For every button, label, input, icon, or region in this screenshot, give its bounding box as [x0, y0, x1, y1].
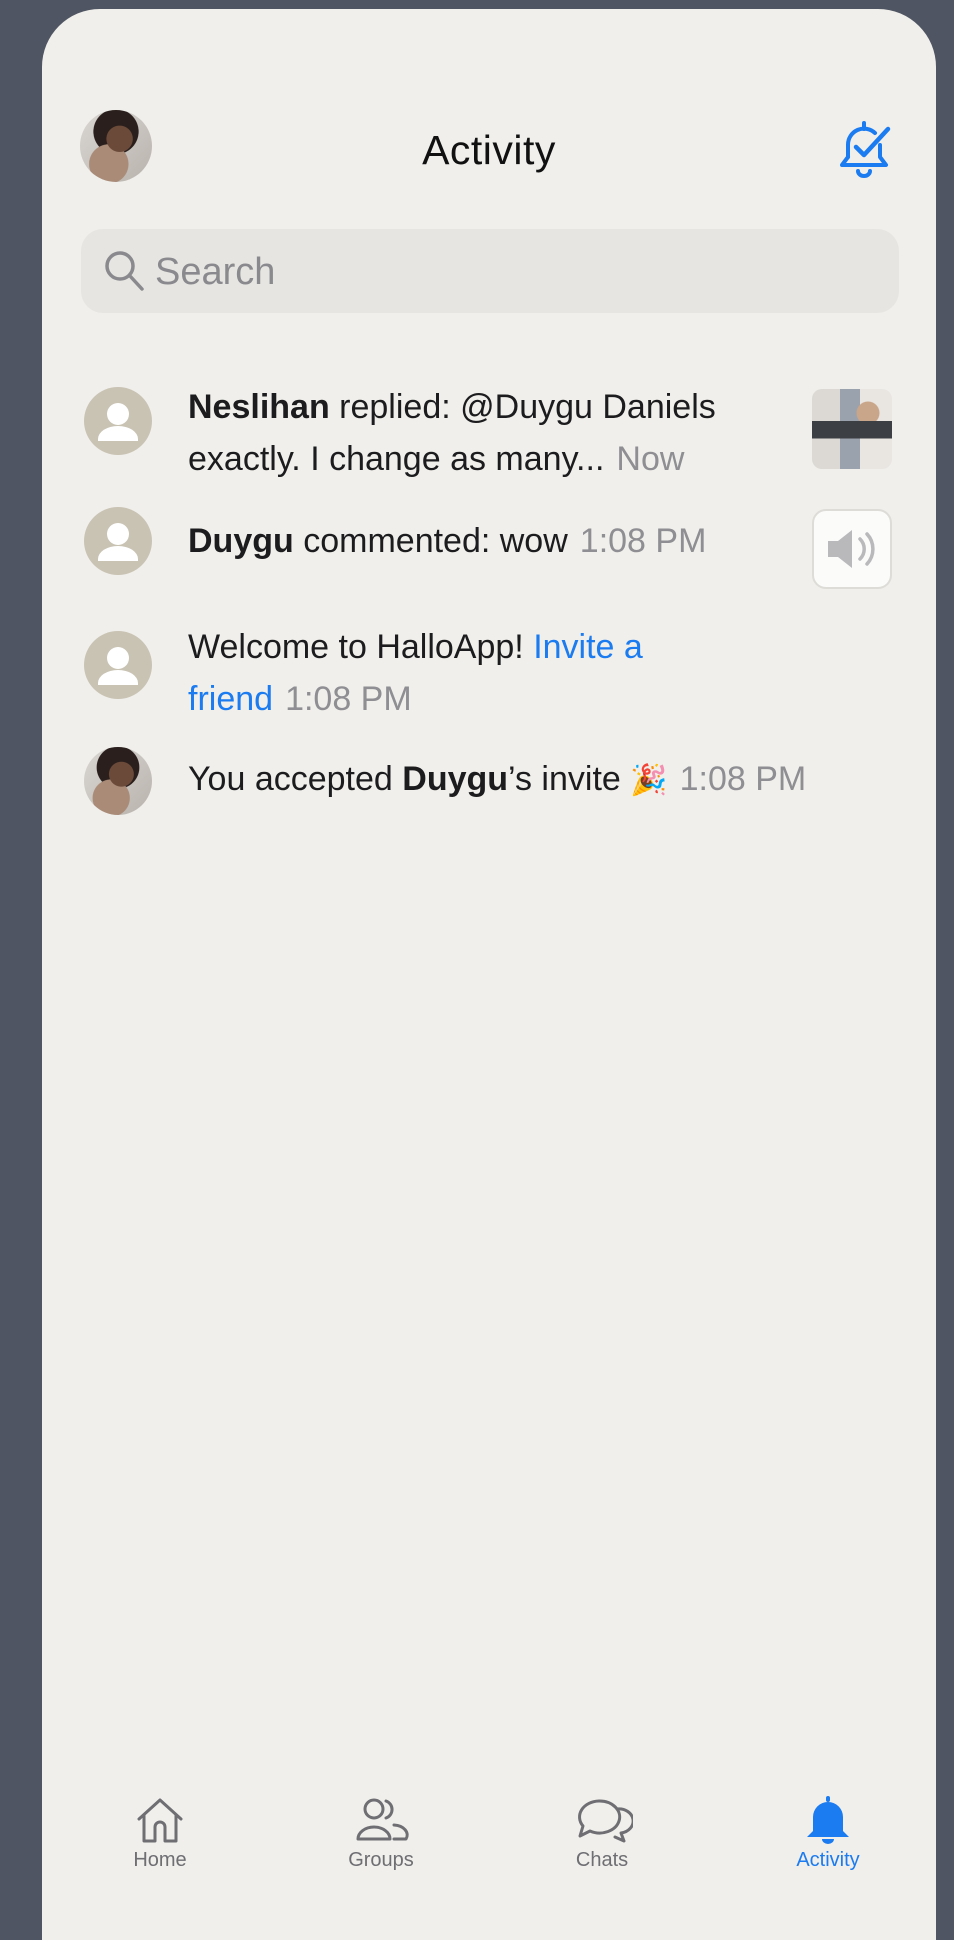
activity-text: Duygu commented: wow 1:08 PM	[188, 515, 808, 567]
welcome-text: Welcome to HalloApp!	[188, 628, 534, 666]
activity-time: Now	[616, 440, 685, 478]
audio-thumbnail[interactable]	[812, 509, 892, 589]
page-title: Activity	[422, 127, 556, 173]
tab-label: Home	[133, 1849, 187, 1871]
activity-prefix: You accepted	[188, 760, 403, 798]
bell-check-icon[interactable]	[834, 117, 894, 183]
bell-icon	[807, 1796, 849, 1844]
tab-home[interactable]: Home	[100, 1795, 220, 1872]
generic-avatar-icon	[84, 387, 152, 455]
actor-name: Neslihan	[188, 388, 330, 426]
home-icon	[137, 1798, 183, 1843]
tab-activity[interactable]: Activity	[768, 1795, 888, 1872]
tab-label: Activity	[796, 1849, 860, 1871]
activity-text: You accepted Duygu’s invite 🎉 1:08 PM	[188, 753, 888, 807]
actor-name: Duygu	[188, 522, 294, 560]
activity-time: 1:08 PM	[679, 760, 807, 798]
search-icon	[105, 251, 144, 291]
groups-icon	[356, 1798, 409, 1841]
tab-bar: Home Groups Chats Activity	[42, 1789, 936, 1929]
search-bar[interactable]	[81, 229, 899, 315]
activity-time: 1:08 PM	[285, 680, 412, 718]
actor-name: Duygu	[402, 760, 509, 798]
search-input[interactable]	[153, 229, 877, 315]
speaker-icon	[828, 530, 875, 568]
activity-suffix: ’s invite	[508, 760, 631, 798]
chats-icon	[578, 1799, 633, 1843]
photo-thumbnail[interactable]	[812, 389, 892, 469]
generic-avatar-icon	[84, 631, 152, 699]
tab-label: Groups	[348, 1849, 414, 1871]
party-popper-icon: 🎉	[630, 764, 668, 797]
activity-text: Welcome to HalloApp! Invite a friend 1:08…	[188, 621, 688, 725]
user-avatar	[84, 747, 152, 815]
activity-text: Neslihan replied: @Duygu Daniels exactly…	[188, 381, 748, 485]
activity-action: commented: wow	[293, 522, 568, 560]
app-screen: Activity Neslihan replied: @Duygu Daniel…	[42, 9, 936, 1940]
tab-chats[interactable]: Chats	[542, 1795, 662, 1872]
tab-groups[interactable]: Groups	[321, 1795, 441, 1872]
activity-time: 1:08 PM	[579, 522, 707, 560]
generic-avatar-icon	[84, 507, 152, 575]
tab-label: Chats	[575, 1849, 629, 1871]
